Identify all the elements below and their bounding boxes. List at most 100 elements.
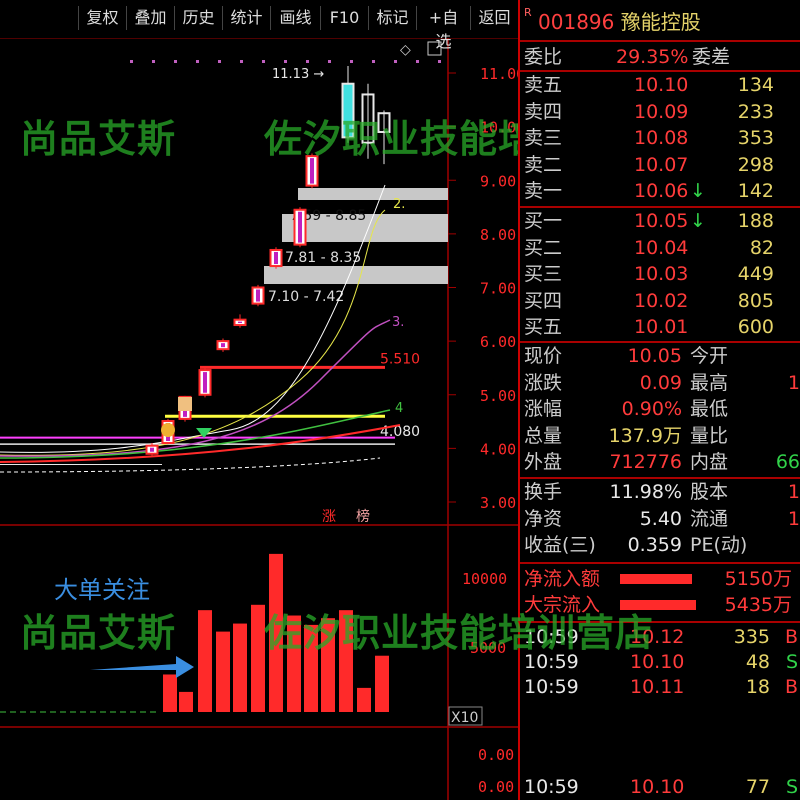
volume-bar (179, 691, 193, 712)
sell-level-price: 10.10 (634, 74, 689, 96)
tick-row[interactable]: 10:59 10.11 18 B (524, 674, 800, 700)
stat-label-2: PE(动) (690, 534, 748, 557)
quote-value: 0.90% (621, 398, 682, 421)
sell-level-label: 卖二 (524, 153, 563, 176)
dotted-marker (350, 60, 353, 63)
quote-label-2: 内盘 (690, 451, 729, 474)
candle-body-fill (256, 289, 260, 302)
quote-value: 712776 (609, 451, 682, 474)
buy-level-volume: 82 (749, 236, 774, 259)
toolbar-stats-button[interactable]: 统计 (222, 6, 270, 30)
stat-label-2: 股本 (690, 481, 729, 503)
buy-level-row[interactable]: 买一 10.05 ↓ 188 (524, 208, 800, 234)
toolbar-overlay-button[interactable]: 叠加 (126, 6, 174, 30)
weibi-value: 29.35% (616, 46, 689, 68)
zone-label: 7.81 - 8.35 (285, 250, 361, 266)
tick-volume: 335 (733, 626, 770, 648)
limit-up-tag: 涨 (322, 509, 336, 525)
stat-label: 净资 (524, 507, 563, 530)
candle-body-fill (150, 447, 154, 452)
stock-name: 豫能控股 (620, 10, 701, 34)
volume-bar (251, 604, 265, 712)
sub-axis-label: 0.00 (478, 778, 514, 796)
flow-bar (620, 574, 692, 584)
sell-level-row[interactable]: 卖二 10.07 298 (524, 152, 800, 178)
volume-bar (375, 655, 389, 712)
sell-level-row[interactable]: 卖三 10.08 353 (524, 125, 800, 151)
tick-row[interactable]: 10:59 10.10 77 S (524, 774, 800, 800)
buy-level-label: 买五 (524, 316, 563, 339)
toolbar-f10-button[interactable]: F10 (320, 6, 368, 30)
dotted-marker (394, 60, 397, 63)
weibi-label: 委比 (524, 46, 563, 68)
quote-value-2: 1 (787, 371, 800, 394)
sell-level-label: 卖五 (524, 74, 563, 96)
stat-value: 5.40 (639, 507, 682, 530)
quote-value: 10.05 (627, 345, 682, 367)
toolbar-mark-button[interactable]: 标记 (368, 6, 416, 30)
dotted-marker (130, 60, 133, 63)
stat-row: 净资 5.40 流通 1 (524, 506, 800, 532)
buy-level-row[interactable]: 买四 10.02 805 (524, 288, 800, 314)
ma-line (0, 319, 391, 457)
quote-panel: R 001896 豫能控股 委比 29.35% 委差 卖五 10.10 134 卖四 1… (518, 0, 800, 800)
toolbar-fuquan-button[interactable]: 复权 (78, 6, 126, 30)
stat-label: 换手 (524, 481, 563, 503)
toolbar-back-button[interactable]: 返回 (470, 6, 518, 30)
sell-level-row[interactable]: 卖四 10.09 233 (524, 99, 800, 125)
quote-value-2: 66 (775, 451, 800, 474)
arrow-icon (90, 656, 194, 678)
quote-label: 涨幅 (524, 398, 563, 421)
limit-up-tag: 榜 (356, 508, 370, 525)
toolbar-draw-button[interactable]: 画线 (270, 6, 320, 30)
dotted-marker (328, 60, 331, 63)
sell-level-label: 卖四 (524, 100, 563, 123)
dotted-marker (152, 60, 155, 63)
tick-side: S (785, 651, 798, 673)
chart-toolbar: 复权 叠加 历史 统计 画线 F10 标记 +自选 返回 (0, 0, 518, 51)
buy-level-price: 10.03 (634, 263, 689, 286)
money-bag-icon (161, 423, 175, 437)
stat-value-2: 1 (787, 507, 800, 530)
down-arrow-icon: ↓ (690, 210, 706, 232)
price-axis-label: 11.00 (480, 65, 518, 83)
quote-label-2: 今开 (690, 345, 729, 367)
dotted-marker (240, 60, 243, 63)
quote-label-2: 量比 (690, 424, 729, 447)
dotted-marker (174, 60, 177, 63)
dotted-marker (372, 60, 375, 63)
flow-row: 净流入额 5150万 (524, 566, 800, 592)
dotted-marker (218, 60, 221, 63)
quote-value: 137.9万 (608, 424, 682, 447)
toolbar-add-watchlist-button[interactable]: +自选 (416, 6, 470, 51)
candle-body-fill (274, 251, 278, 265)
sell-level-row[interactable]: 卖一 10.06 ↓ 142 (524, 178, 800, 204)
down-arrow-icon: ↓ (690, 180, 706, 203)
level-label: 5.510 (380, 351, 420, 367)
level-label: 4.080 (380, 424, 420, 440)
sell-level-volume: 142 (737, 180, 774, 203)
tick-side: S (785, 776, 798, 798)
toolbar-history-button[interactable]: 历史 (174, 6, 222, 30)
candle-body-fill (238, 321, 242, 324)
watermark-text: 尚品艾斯 (20, 611, 177, 655)
tick-volume: 48 (745, 651, 770, 673)
zone-label: 7.10 - 7.42 (268, 289, 344, 305)
buy-level-label: 买一 (524, 210, 563, 232)
buy-level-row[interactable]: 买二 10.04 82 (524, 235, 800, 261)
quote-label: 现价 (524, 345, 563, 367)
buy-level-row[interactable]: 买五 10.01 600 (524, 314, 800, 340)
sell-level-row[interactable]: 卖五 10.10 134 (524, 72, 800, 98)
stat-row: 收益(三) 0.359 PE(动) (524, 532, 800, 558)
resistance-zone (264, 266, 448, 284)
quote-row: 外盘 712776 内盘 66 (524, 449, 800, 475)
flow-value: 5150万 (724, 568, 792, 590)
buy-level-row[interactable]: 买三 10.03 449 (524, 261, 800, 287)
sell-level-price: 10.09 (634, 100, 689, 123)
stat-row: 换手 11.98% 股本 1 (524, 479, 800, 505)
tick-volume: 77 (745, 776, 770, 798)
buy-level-volume: 188 (737, 210, 774, 232)
quote-row: 总量 137.9万 量比 (524, 423, 800, 449)
tick-time: 10:59 (524, 676, 579, 698)
tick-price: 10.11 (630, 676, 685, 698)
